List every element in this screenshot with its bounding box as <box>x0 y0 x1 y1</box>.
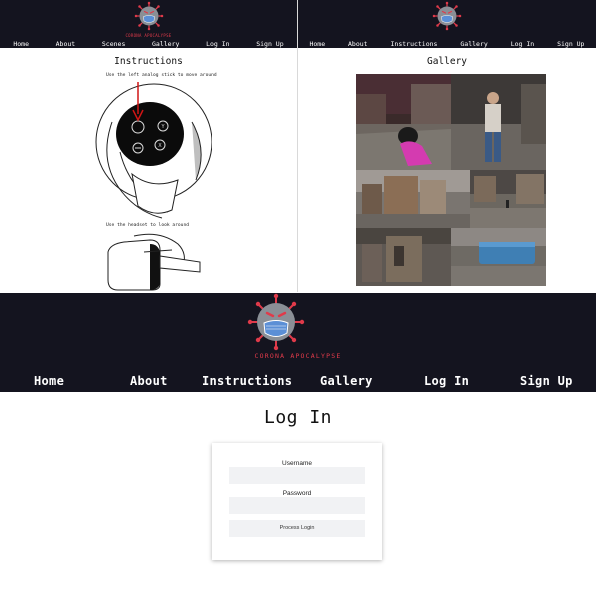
gallery-grid <box>356 74 546 286</box>
gallery-image[interactable] <box>356 170 470 228</box>
svg-text:X: X <box>158 143 162 149</box>
gallery-title: Gallery <box>426 56 468 67</box>
gallery-page-preview: Home About Instructions Gallery Log In S… <box>298 0 596 292</box>
username-label: Username <box>282 460 312 467</box>
page-title: Log In <box>263 407 333 428</box>
brand-text: CORONA APOCALYPSE <box>254 352 342 360</box>
virus-logo-icon[interactable] <box>246 293 306 351</box>
headset-caption: Use the headset to look around <box>106 223 189 228</box>
nav-scenes[interactable]: Scenes <box>102 40 125 48</box>
nav-signup[interactable]: Sign Up <box>520 374 573 388</box>
nav-gallery[interactable]: Gallery <box>460 40 487 48</box>
vr-headset-icon <box>107 233 201 291</box>
main-nav: Home About Instructions Gallery Log In S… <box>0 374 596 392</box>
nav-home[interactable]: Home <box>34 374 64 388</box>
nav-instructions[interactable]: Instructions <box>391 40 438 48</box>
mini-nav: Home About Instructions Gallery Log In S… <box>298 39 596 48</box>
nav-gallery[interactable]: Gallery <box>152 40 179 48</box>
nav-gallery[interactable]: Gallery <box>320 374 373 388</box>
nav-login[interactable]: Log In <box>511 40 534 48</box>
process-login-button[interactable]: Process Login <box>229 520 365 537</box>
nav-home[interactable]: Home <box>309 40 325 48</box>
gallery-image[interactable] <box>451 228 546 286</box>
instructions-page-preview: CORONA APOCALYPSE Home About Scenes Gall… <box>0 0 297 292</box>
instructions-title: Instructions <box>114 56 183 67</box>
analog-caption: Use the left analog stick to move around <box>106 73 217 78</box>
nav-instructions[interactable]: Instructions <box>202 374 292 388</box>
mini-header: CORONA APOCALYPSE Home About Scenes Gall… <box>0 0 297 48</box>
mini-header: Home About Instructions Gallery Log In S… <box>298 0 596 48</box>
nav-about[interactable]: About <box>56 40 76 48</box>
nav-about[interactable]: About <box>348 40 368 48</box>
nav-login[interactable]: Log In <box>424 374 469 388</box>
vr-controller-icon: Y X <box>95 83 212 219</box>
nav-login[interactable]: Log In <box>206 40 229 48</box>
password-field[interactable] <box>229 497 365 514</box>
gallery-image[interactable] <box>356 228 451 286</box>
username-field[interactable] <box>229 467 365 484</box>
password-label: Password <box>282 490 312 497</box>
brand-text: CORONA APOCALYPSE <box>125 33 172 38</box>
gallery-image[interactable] <box>356 74 451 170</box>
virus-logo-icon[interactable] <box>432 1 462 31</box>
mini-nav: Home About Scenes Gallery Log In Sign Up <box>0 39 297 48</box>
nav-about[interactable]: About <box>130 374 168 388</box>
virus-logo-icon[interactable] <box>134 1 164 31</box>
red-arrow-icon <box>132 82 144 122</box>
login-form: Username Password Process Login <box>212 443 382 560</box>
gallery-image[interactable] <box>470 170 546 228</box>
nav-signup[interactable]: Sign Up <box>557 40 584 48</box>
gallery-image[interactable] <box>451 74 546 170</box>
nav-signup[interactable]: Sign Up <box>256 40 283 48</box>
nav-home[interactable]: Home <box>13 40 29 48</box>
